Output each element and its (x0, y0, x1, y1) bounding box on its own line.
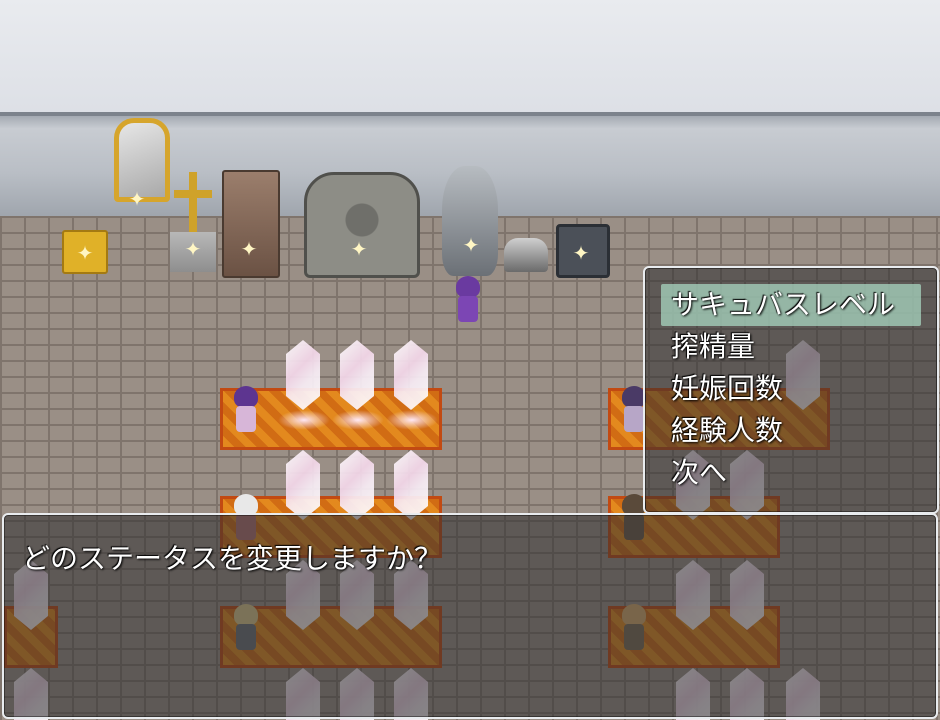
crystal (394, 450, 428, 520)
game-scene: ✦ ✦ ✦ ✦ ✦ ✦ ✦ サキュバスレベル 搾精量 妊娠回数 経験人数 次へ … (0, 0, 940, 720)
crystal (340, 340, 374, 410)
crystal-glow (386, 410, 438, 430)
gargoyle-statue-prop (442, 166, 498, 276)
crystal-glow (332, 410, 384, 430)
choice-item-next[interactable]: 次へ (661, 452, 921, 494)
choice-window: サキュバスレベル 搾精量 妊娠回数 経験人数 次へ (643, 266, 939, 514)
crystal (340, 450, 374, 520)
crystal-glow (278, 410, 330, 430)
npc-character (230, 386, 262, 432)
sparkle-icon: ✦ (184, 237, 202, 261)
machine-prop (504, 238, 548, 272)
stone-gate-prop (304, 172, 420, 278)
crystal (394, 340, 428, 410)
sparkle-icon: ✦ (240, 237, 258, 261)
message-window[interactable]: どのステータスを変更しますか？ (2, 513, 938, 719)
choice-item-succubus-level[interactable]: サキュバスレベル (661, 284, 921, 326)
choice-item-semen-amount[interactable]: 搾精量 (661, 326, 921, 368)
choice-item-pregnancy-count[interactable]: 妊娠回数 (661, 368, 921, 410)
stone-pedestal-prop (222, 170, 280, 278)
sparkle-icon: ✦ (462, 233, 480, 257)
crystal (286, 450, 320, 520)
choice-list: サキュバスレベル 搾精量 妊娠回数 経験人数 次へ (661, 284, 921, 494)
choice-item-experience-count[interactable]: 経験人数 (661, 410, 921, 452)
sparkle-icon: ✦ (572, 241, 590, 265)
crystal (286, 340, 320, 410)
player-character (452, 276, 484, 322)
sparkle-icon: ✦ (350, 237, 368, 261)
sparkle-icon: ✦ (76, 241, 94, 265)
message-text: どのステータスを変更しますか？ (22, 542, 443, 575)
sparkle-icon: ✦ (128, 187, 146, 211)
sky-background (0, 0, 940, 112)
